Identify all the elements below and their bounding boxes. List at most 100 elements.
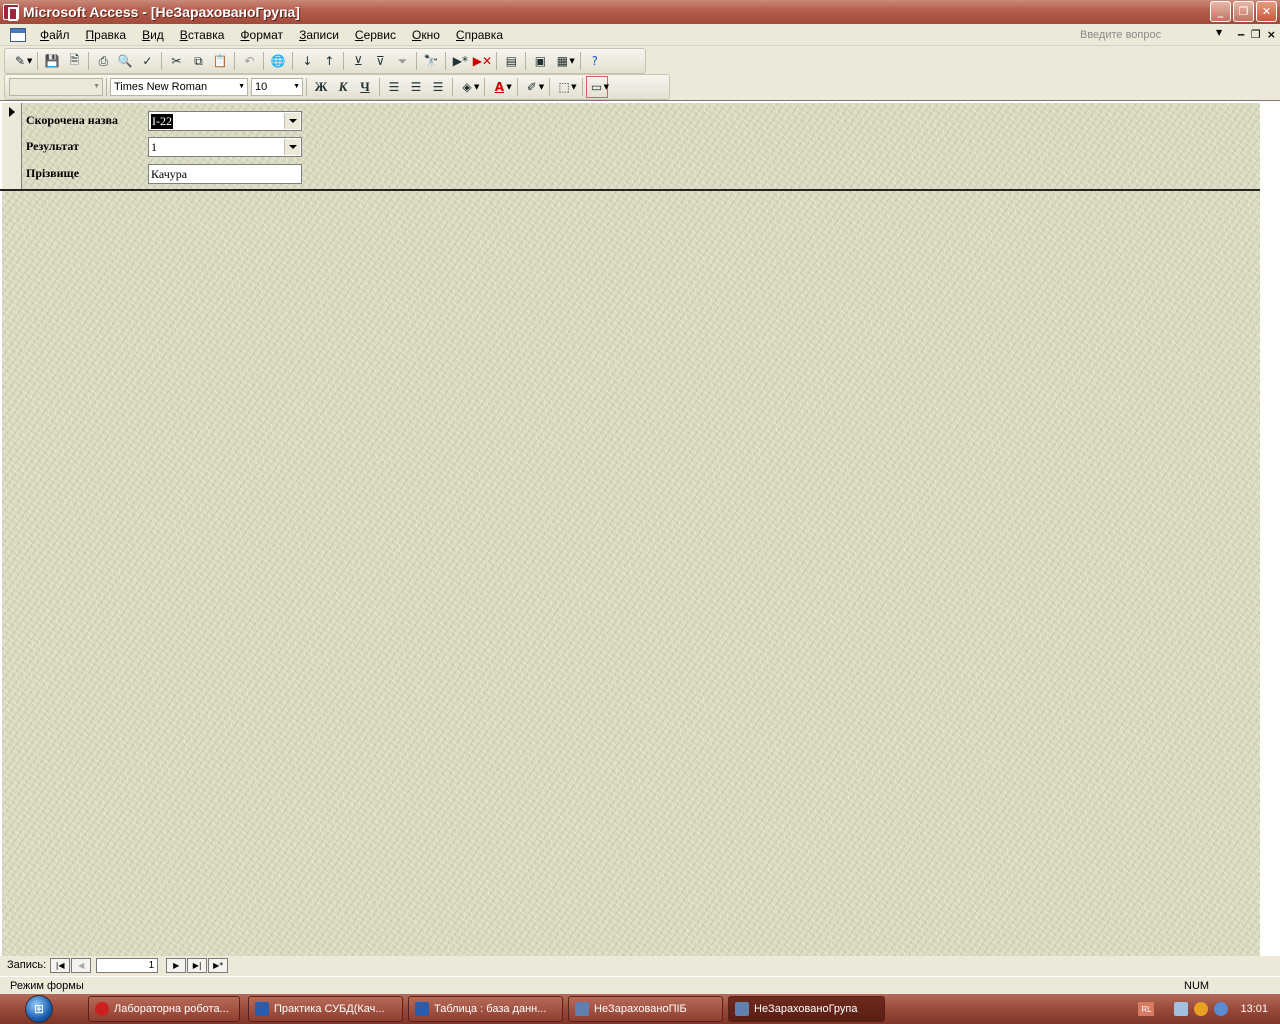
menu-records[interactable]: Записи [291,28,347,42]
form-icon [735,1002,749,1016]
chevron-down-icon[interactable]: ▼ [506,83,511,91]
chevron-down-icon[interactable]: ▼ [1216,28,1222,37]
cut-icon[interactable]: ✂ [165,50,187,72]
underline-button[interactable]: Ч [354,76,376,98]
mdi-controls: ‒ ❐ × [1237,28,1276,41]
record-number-input[interactable]: 1 [96,957,159,973]
label-surname: Прізвище [26,166,80,180]
menu-bar: Файл Правка Вид Вставка Формат Записи Се… [0,24,1280,46]
taskbar-item-table[interactable]: Таблица : база данн... [408,996,563,1022]
chevron-down-icon[interactable]: ▼ [27,57,32,65]
security-icon[interactable] [1194,1002,1209,1016]
search-file-icon[interactable]: 🗎 [63,50,85,72]
help-icon[interactable]: ? [584,50,606,72]
record-navigation-bar: Запись: |◀ ◀ 1 ▶ ▶| ▶* [0,956,1280,974]
insert-hyperlink-icon[interactable]: 🌐 [267,50,289,72]
chevron-down-icon[interactable]: ▼ [474,83,479,91]
menu-edit[interactable]: Правка [78,28,135,42]
menu-window[interactable]: Окно [404,28,448,42]
access-app-icon[interactable] [3,4,19,21]
save-icon[interactable]: 💾 [41,50,63,72]
label-short-name: Скорочена назва [26,113,119,127]
print-preview-icon[interactable]: 🔍 [114,50,136,72]
sort-ascending-icon[interactable]: ↓ [296,50,318,72]
short-name-value: І-22 [151,113,173,129]
record-selector[interactable] [2,103,22,189]
start-button[interactable]: ⊞ [14,994,64,1024]
taskbar-item-label: НеЗарахованоПІБ [594,1003,687,1015]
taskbar-item-label: Лабораторна робота... [114,1003,229,1015]
paste-icon[interactable]: 📋 [209,50,231,72]
close-button[interactable]: ✕ [1256,1,1277,22]
chevron-down-icon[interactable]: ▼ [571,83,576,91]
ask-question-input[interactable]: Введите вопрос [1080,27,1228,43]
next-record-button[interactable]: ▶ [166,957,187,973]
font-name-select[interactable]: Times New Roman ▼ [110,78,248,96]
access-table-icon [415,1002,429,1016]
mdi-close-icon[interactable]: × [1267,28,1276,41]
window-controls: _ ❐ ✕ [1210,1,1277,22]
minimize-button[interactable]: _ [1210,1,1231,22]
surname-input[interactable]: Качура [148,164,302,184]
mdi-minimize-icon[interactable]: ‒ [1237,28,1245,41]
chevron-down-icon[interactable]: ▼ [539,83,544,91]
taskbar-item-form-group[interactable]: НеЗарахованоГрупа [728,996,885,1022]
database-window-icon[interactable]: ▣ [529,50,551,72]
short-name-combo[interactable]: І-22 [148,111,302,131]
language-indicator[interactable]: RL [1138,1002,1155,1016]
taskbar-item-form-pib[interactable]: НеЗарахованоПІБ [568,996,723,1022]
menu-insert[interactable]: Вставка [172,28,233,42]
last-record-button[interactable]: ▶| [187,957,208,973]
first-record-button[interactable]: |◀ [50,957,71,973]
align-right-icon[interactable]: ☰ [427,76,449,98]
window-title: Microsoft Access - [НеЗарахованоГрупа] [23,4,300,20]
new-record-button[interactable]: ▶* [208,957,229,973]
network-icon[interactable] [1174,1002,1189,1016]
clock[interactable]: 13:01 [1240,1003,1268,1015]
menu-view[interactable]: Вид [134,28,172,42]
right-margin [1260,101,1280,957]
chevron-down-icon[interactable] [284,139,300,155]
undo-icon[interactable]: ↶ [238,50,260,72]
filter-by-form-icon[interactable]: ⊽ [369,50,391,72]
object-selector[interactable]: ▼ [9,78,103,96]
font-size-select[interactable]: 10 ▼ [251,78,303,96]
delete-record-icon[interactable]: ▶✕ [471,50,493,72]
form-window-icon[interactable] [10,27,26,42]
bold-button[interactable]: Ж [310,76,332,98]
chevron-down-icon[interactable] [284,113,300,129]
mdi-restore-icon[interactable]: ❐ [1251,28,1261,41]
copy-icon[interactable]: ⧉ [187,50,209,72]
align-center-icon[interactable]: ☰ [405,76,427,98]
status-bar: Режим формы NUM [0,976,1280,994]
taskbar-item-lab-work[interactable]: Лабораторна робота... [88,996,240,1022]
menu-tools[interactable]: Сервис [347,28,404,42]
print-icon[interactable]: ⎙ [92,50,114,72]
filter-by-selection-icon[interactable]: ⊻ [347,50,369,72]
menu-file[interactable]: Файл [32,28,78,42]
title-bar: Microsoft Access - [НеЗарахованоГрупа] _… [0,0,1280,24]
align-left-icon[interactable]: ☰ [383,76,405,98]
volume-icon[interactable] [1214,1002,1229,1016]
result-value: 1 [151,139,157,154]
view-mode-status: Режим формы [10,980,84,992]
taskbar-item-practice[interactable]: Практика СУБД(Кач... [248,996,403,1022]
italic-button[interactable]: К [332,76,354,98]
apply-filter-icon[interactable]: ⏷ [391,50,413,72]
sort-descending-icon[interactable]: ↑ [318,50,340,72]
surname-value: Качура [151,166,188,181]
chevron-down-icon[interactable]: ▼ [604,83,609,91]
previous-record-button[interactable]: ◀ [71,957,92,973]
restore-button[interactable]: ❐ [1233,1,1254,22]
menu-help[interactable]: Справка [448,28,511,42]
taskbar-item-label: НеЗарахованоГрупа [754,1003,858,1015]
form-window: Скорочена назва І-22 Результат 1 Прізвищ… [0,100,1280,957]
properties-icon[interactable]: ▤ [500,50,522,72]
form-icon [575,1002,589,1016]
result-combo[interactable]: 1 [148,137,302,157]
find-icon[interactable]: 🔭 [420,50,442,72]
spelling-icon[interactable]: ✓ [136,50,158,72]
menu-format[interactable]: Формат [232,28,291,42]
new-record-icon[interactable]: ▶* [449,50,471,72]
chevron-down-icon[interactable]: ▼ [569,57,574,65]
